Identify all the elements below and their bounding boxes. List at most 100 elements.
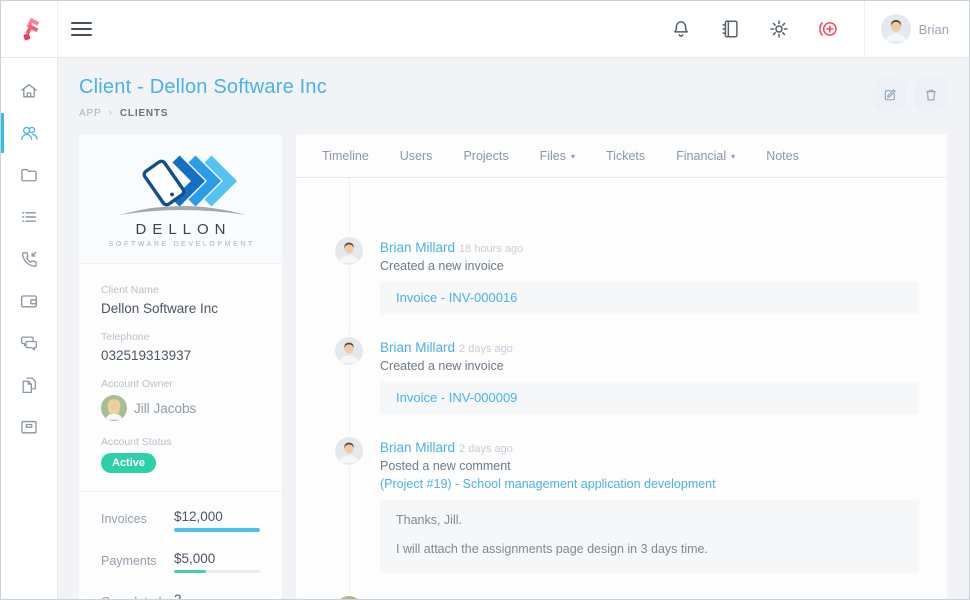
sidebar-item-payments[interactable] [1, 280, 57, 322]
clients-users-icon [19, 123, 39, 143]
timeline-entry: Brian Millard 2 days ago Created a new in… [380, 340, 919, 414]
account-owner: Jill Jacobs [101, 395, 260, 421]
client-logo-subtitle: SOFTWARE DEVELOPMENT [106, 241, 255, 248]
field-label: Account Status [101, 436, 260, 448]
avatar [335, 337, 363, 365]
invoice-reference-box: Invoice - INV-000009 [380, 382, 919, 414]
phone-incoming-icon [19, 249, 39, 269]
project-link[interactable]: (Project #19) - School management applic… [380, 477, 919, 491]
settings-gear-icon[interactable] [768, 18, 790, 40]
edit-client-button[interactable] [873, 78, 906, 111]
page-title: Client - Dellon Software Inc [79, 76, 327, 99]
list-icon [19, 207, 39, 227]
breadcrumb: APP › CLIENTS [79, 107, 327, 119]
chevron-down-icon: ▾ [571, 152, 575, 161]
chat-icon [19, 333, 39, 353]
user-name: Brian [919, 22, 949, 37]
sidebar-item-calls[interactable] [1, 238, 57, 280]
timeline-card: Timeline Users Projects Files▾ Tickets F… [296, 134, 947, 599]
tab-financial[interactable]: Financial▾ [676, 149, 735, 163]
sidebar-item-clients[interactable] [1, 112, 57, 154]
delete-client-button[interactable] [914, 78, 947, 111]
tab-bar: Timeline Users Projects Files▾ Tickets F… [296, 134, 947, 178]
trash-icon [923, 87, 939, 103]
timeline: Brian Millard 18 hours ago Created a new … [296, 178, 947, 599]
tab-files[interactable]: Files▾ [540, 149, 575, 163]
timeline-user-link[interactable]: Brian Millard [380, 340, 455, 355]
timeline-action-text: Posted a new comment [380, 459, 919, 473]
progress-track [174, 528, 260, 532]
topbar-actions [670, 1, 864, 57]
comment-text: Thanks, Jill. [396, 513, 903, 527]
client-name-value: Dellon Software Inc [101, 301, 260, 316]
timeline-entry: Brian Millard 2 days ago Posted a new com… [380, 440, 919, 573]
timeline-user-link[interactable]: Brian Millard [380, 240, 455, 255]
folder-icon [19, 165, 39, 185]
user-menu[interactable]: Brian [864, 1, 969, 57]
topbar: Brian [1, 1, 969, 58]
main-content: Client - Dellon Software Inc APP › CLIEN… [58, 58, 969, 600]
timeline-entry: Brian Millard 18 hours ago Created a new … [380, 240, 919, 314]
timeline-timestamp: 2 days ago [459, 343, 513, 355]
comment-text: I will attach the assignments page desig… [396, 542, 903, 556]
status-badge: Active [101, 453, 156, 473]
timeline-timestamp: 2 days ago [459, 443, 513, 455]
sidebar-item-archive[interactable] [1, 406, 57, 448]
client-logo: DELLON SOFTWARE DEVELOPMENT [79, 134, 282, 264]
quick-add-icon[interactable] [817, 18, 839, 40]
progress-track [174, 570, 260, 574]
owner-avatar [101, 395, 127, 421]
avatar [335, 596, 363, 599]
menu-toggle-icon[interactable] [71, 22, 92, 36]
progress-bar [174, 528, 260, 532]
client-logo-title: DELLON [129, 221, 231, 238]
comment-box: Thanks, Jill. I will attach the assignme… [380, 500, 919, 573]
wallet-icon [19, 291, 39, 311]
owner-name: Jill Jacobs [134, 401, 196, 416]
avatar [335, 237, 363, 265]
breadcrumb-clients: CLIENTS [120, 108, 168, 119]
client-logo-graphic [106, 155, 256, 219]
timeline-action-text: Created a new invoice [380, 259, 919, 273]
progress-bar [174, 570, 206, 574]
sidebar-item-home[interactable] [1, 70, 57, 112]
invoice-link[interactable]: Invoice - INV-000009 [396, 390, 517, 405]
stat-row-invoices: Invoices $12,000 [101, 509, 260, 532]
field-label: Account Owner [101, 378, 260, 390]
breadcrumb-separator-icon: › [108, 107, 112, 119]
client-info-card: DELLON SOFTWARE DEVELOPMENT Client Name … [79, 134, 282, 599]
tab-tickets[interactable]: Tickets [606, 149, 645, 163]
breadcrumb-app[interactable]: APP [79, 108, 101, 119]
app-window: Brian [0, 0, 970, 600]
stat-row-completed-projects: Completed Projects 2 [101, 592, 260, 599]
brand-logo-icon [16, 16, 43, 43]
invoice-reference-box: Invoice - INV-000016 [380, 282, 919, 314]
tab-timeline[interactable]: Timeline [322, 149, 369, 163]
timeline-action-text: Created a new invoice [380, 359, 919, 373]
user-avatar [881, 14, 911, 44]
home-icon [19, 81, 39, 101]
tab-notes[interactable]: Notes [766, 149, 799, 163]
timeline-timestamp: 18 hours ago [459, 243, 523, 255]
pages-icon [19, 375, 39, 395]
invoice-link[interactable]: Invoice - INV-000016 [396, 290, 517, 305]
brand-logo[interactable] [1, 1, 58, 57]
sidebar-item-documents[interactable] [1, 364, 57, 406]
chevron-down-icon: ▾ [731, 152, 735, 161]
tab-projects[interactable]: Projects [463, 149, 508, 163]
field-label: Client Name [101, 284, 260, 296]
avatar [335, 437, 363, 465]
client-stats: Invoices $12,000 Payments $5,000 [79, 492, 282, 599]
sidebar-item-tasks[interactable] [1, 196, 57, 238]
stat-row-payments: Payments $5,000 [101, 551, 260, 574]
edit-pencil-icon [882, 87, 898, 103]
sidebar-item-messages[interactable] [1, 322, 57, 364]
timeline-user-link[interactable]: Brian Millard [380, 440, 455, 455]
notifications-bell-icon[interactable] [670, 18, 692, 40]
archive-box-icon [19, 417, 39, 437]
sidebar [1, 58, 58, 600]
field-label: Telephone [101, 331, 260, 343]
tab-users[interactable]: Users [400, 149, 433, 163]
sidebar-item-projects[interactable] [1, 154, 57, 196]
address-book-icon[interactable] [719, 18, 741, 40]
